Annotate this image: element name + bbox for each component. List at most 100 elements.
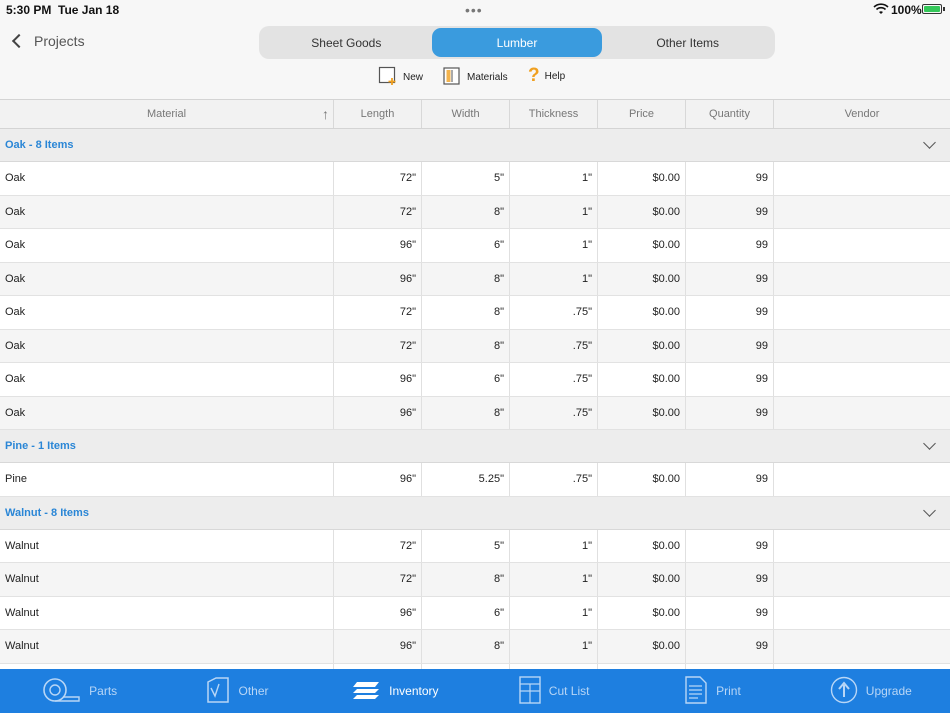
table-row[interactable]: Oak 96" 8" .75" $0.00 99 [0,396,950,430]
cell-price: $0.00 [598,630,686,663]
group-label: Oak - 8 Items [5,139,74,151]
cut-list-icon [519,675,541,707]
cell-material: Oak [0,229,334,262]
help-label: Help [544,70,566,82]
cell-quantity: 99 [686,262,774,295]
tab-parts-label: Parts [89,684,118,698]
column-header-price[interactable]: Price [598,100,686,128]
tab-print[interactable]: Print [633,669,791,713]
tab-parts[interactable]: Parts [0,669,158,713]
cell-quantity: 99 [686,529,774,562]
cell-thickness: .75" [510,329,598,362]
cell-length: 72" [334,195,422,228]
group-label: Pine - 1 Items [5,440,76,452]
new-label: New [403,72,424,83]
stack-icon [353,679,381,704]
chevron-left-icon [11,33,27,49]
group-header[interactable]: Walnut - 8 Items [0,496,950,530]
cell-thickness: 1" [510,563,598,596]
help-button[interactable]: ? Help [528,66,565,86]
cell-material: Pine [0,463,334,496]
cell-quantity: 99 [686,563,774,596]
segment-other-items[interactable]: Other Items [602,28,773,57]
cell-vendor [774,296,950,329]
cell-material: Oak [0,396,334,429]
sort-ascending-icon[interactable]: ↑ [322,106,329,122]
cell-width: 6" [422,596,510,629]
cell-quantity: 99 [686,596,774,629]
table-row[interactable]: Walnut 96" 8" 1" $0.00 99 [0,630,950,664]
table-row[interactable]: Oak 72" 5" 1" $0.00 99 [0,162,950,196]
cell-price: $0.00 [598,262,686,295]
table-row[interactable]: Walnut 72" 8" 1" $0.00 99 [0,563,950,597]
segment-sheet-goods[interactable]: Sheet Goods [261,28,432,57]
cell-price: $0.00 [598,296,686,329]
chevron-down-icon[interactable] [923,136,936,149]
table-row[interactable]: Walnut 96" 6" 1" $0.00 99 [0,596,950,630]
new-document-icon [378,66,398,89]
tab-inventory[interactable]: Inventory [317,669,475,713]
upgrade-icon [830,676,858,707]
toolbar: New Materials ? Help [0,66,950,88]
column-header-thickness[interactable]: Thickness [510,100,598,128]
segment-lumber[interactable]: Lumber [431,28,603,57]
new-button[interactable]: New [378,66,423,89]
cell-vendor [774,563,950,596]
cell-price: $0.00 [598,229,686,262]
cell-price: $0.00 [598,396,686,429]
cell-quantity: 99 [686,329,774,362]
cell-vendor [774,363,950,396]
column-header-quantity[interactable]: Quantity [686,100,774,128]
cell-width: 8" [422,296,510,329]
cell-width: 8" [422,329,510,362]
cell-price: $0.00 [598,363,686,396]
tab-other-label: Other [238,684,269,698]
chevron-down-icon[interactable] [923,437,936,450]
cell-length: 72" [334,329,422,362]
cell-material: Oak [0,195,334,228]
cell-vendor [774,630,950,663]
table-header: Material ↑ Length Width Thickness Price … [0,100,950,129]
cell-vendor [774,263,950,296]
question-mark-icon: ? [528,65,540,86]
cell-material: Walnut [0,563,334,596]
cell-quantity: 99 [686,195,774,228]
cell-width: 5.25" [422,463,510,496]
table-row[interactable]: Oak 96" 8" 1" $0.00 99 [0,262,950,296]
table-row[interactable]: Oak 72" 8" .75" $0.00 99 [0,296,950,330]
tab-other[interactable]: Other [158,669,316,713]
back-label: Projects [34,33,85,49]
cell-vendor [774,530,950,563]
table-row[interactable]: Oak 96" 6" 1" $0.00 99 [0,229,950,263]
column-header-length[interactable]: Length [334,100,422,128]
tab-bar: Parts Other Inventory Cut List Print Upg… [0,669,950,713]
table-row[interactable]: Pine 96" 5.25" .75" $0.00 99 [0,463,950,497]
cell-vendor [774,330,950,363]
table-row[interactable]: Oak 72" 8" .75" $0.00 99 [0,329,950,363]
cell-vendor [774,162,950,195]
group-header[interactable]: Oak - 8 Items [0,129,950,162]
cell-price: $0.00 [598,563,686,596]
cell-material: Walnut [0,596,334,629]
cell-price: $0.00 [598,195,686,228]
cell-price: $0.00 [598,463,686,496]
multitask-dots[interactable]: ••• [465,2,483,18]
cell-material: Walnut [0,529,334,562]
tab-cut-list[interactable]: Cut List [475,669,633,713]
cell-material: Oak [0,363,334,396]
cell-material: Oak [0,296,334,329]
back-button[interactable]: Projects [8,30,85,52]
cell-vendor [774,196,950,229]
column-header-width[interactable]: Width [422,100,510,128]
column-header-vendor[interactable]: Vendor [774,100,950,128]
column-header-material[interactable]: Material ↑ [0,100,334,128]
table-row[interactable]: Oak 96" 6" .75" $0.00 99 [0,363,950,397]
table-row[interactable]: Oak 72" 8" 1" $0.00 99 [0,195,950,229]
chevron-down-icon[interactable] [923,503,936,517]
cell-width: 5" [422,162,510,195]
tab-upgrade[interactable]: Upgrade [792,669,950,713]
materials-button[interactable]: Materials [442,66,508,89]
table-row[interactable]: Walnut 72" 5" 1" $0.00 99 [0,529,950,563]
cell-thickness: 1" [510,229,598,262]
group-header[interactable]: Pine - 1 Items [0,430,950,463]
